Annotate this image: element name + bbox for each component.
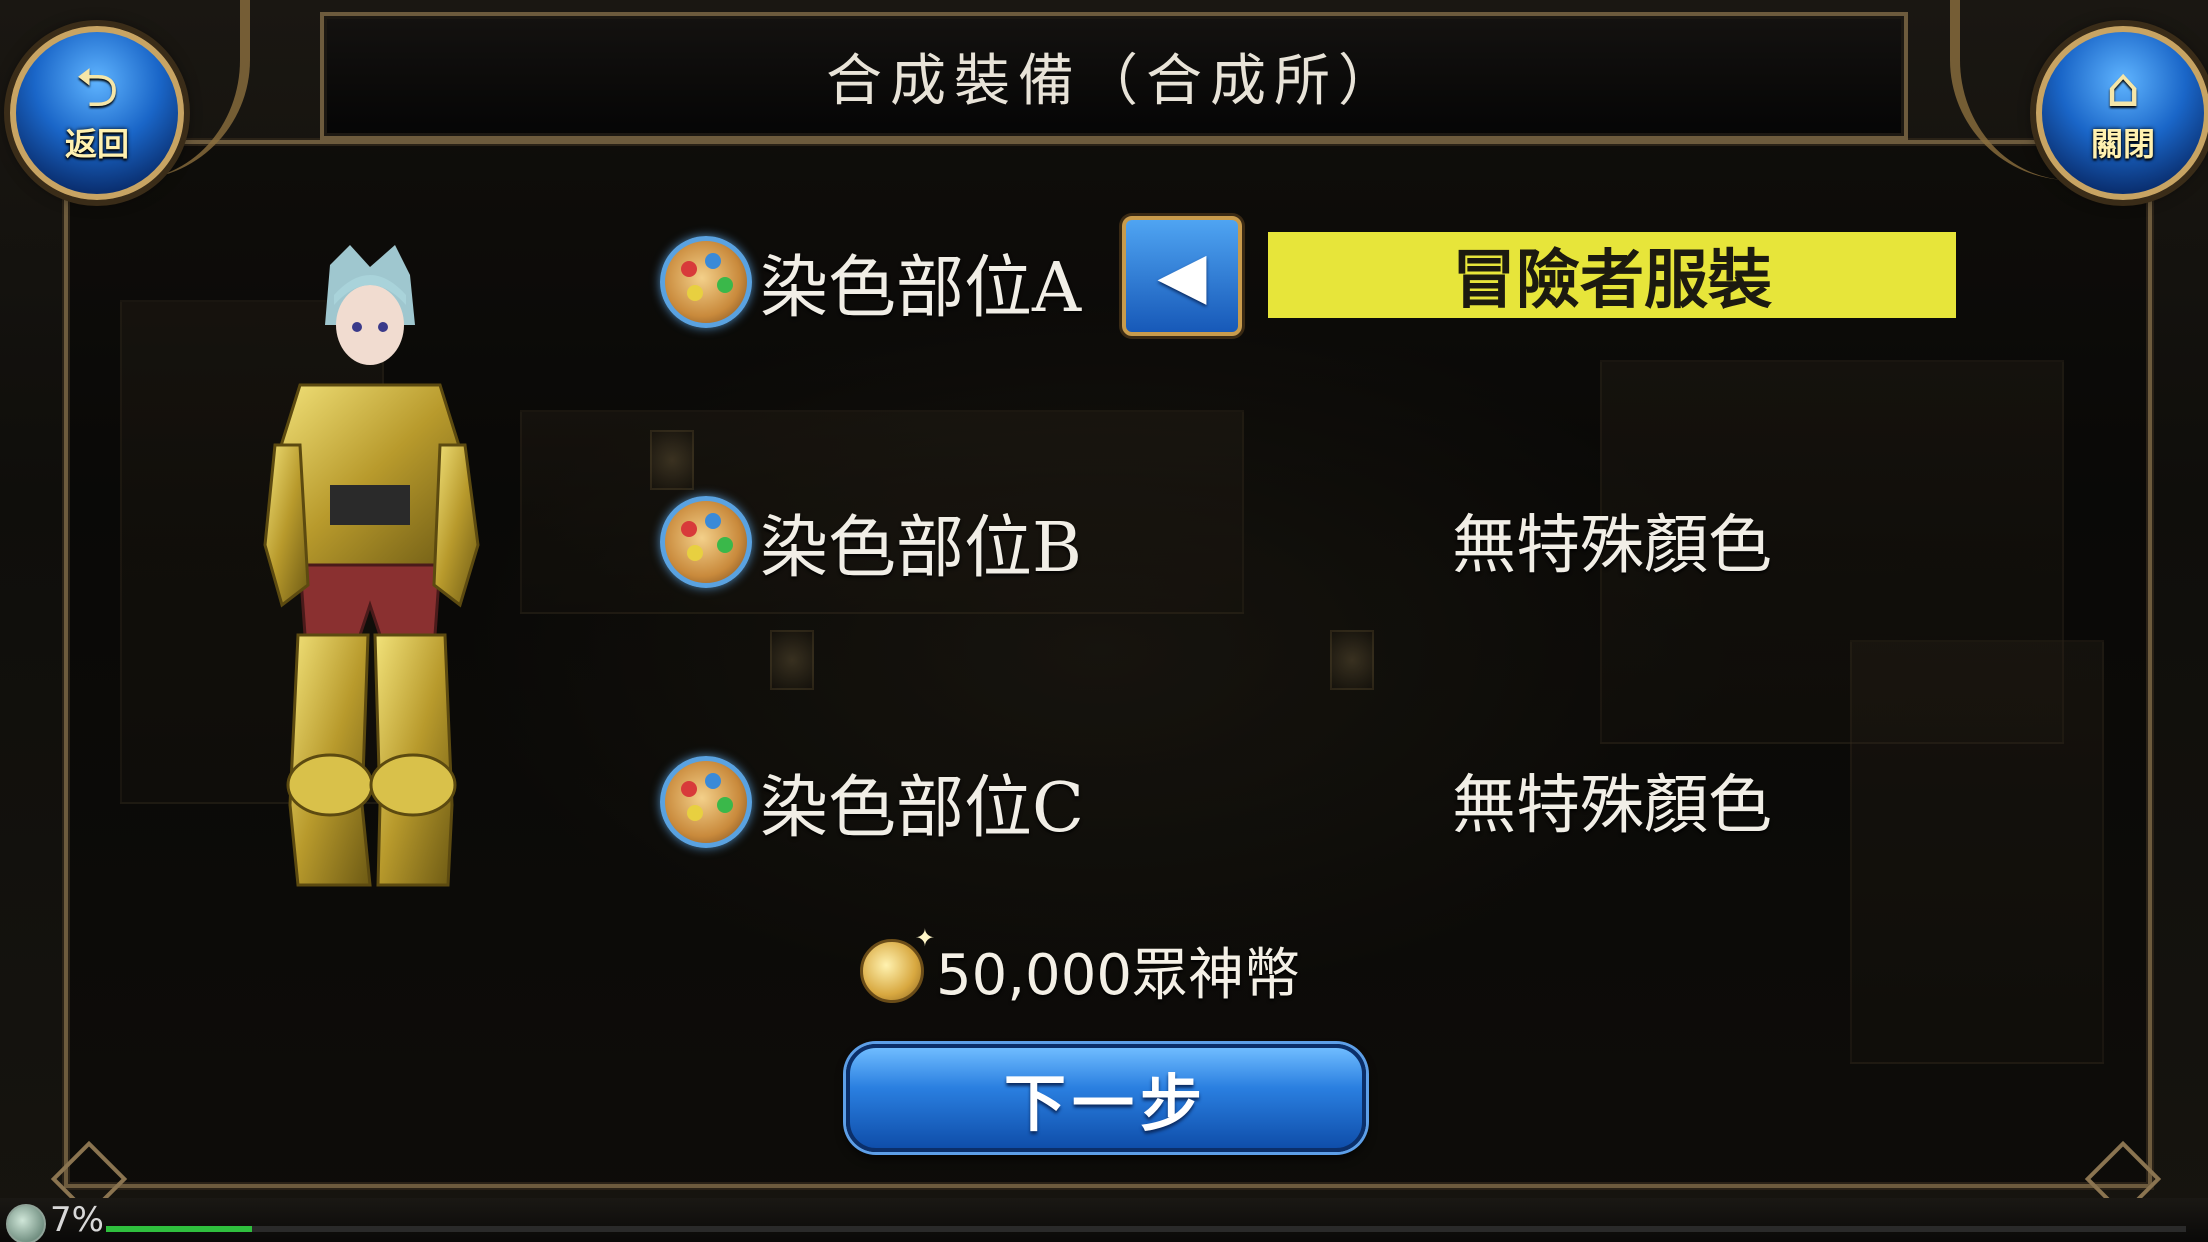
game-screen: 合成裝備（合成所） ⮌ 返回 ⌂ 關閉 染色部位A ◀ 冒險者服裝 染色部位B … bbox=[0, 0, 2208, 1242]
title-bar: 合成裝備（合成所） bbox=[320, 12, 1908, 140]
palette-icon bbox=[660, 755, 752, 848]
dye-slot-b-value[interactable]: 無特殊顏色 bbox=[1268, 494, 1956, 586]
left-triangle-icon: ◀ bbox=[1157, 239, 1207, 313]
loading-progress-track bbox=[106, 1226, 2186, 1232]
back-button[interactable]: ⮌ 返回 bbox=[10, 26, 184, 200]
cost-display: 50,000眾神幣 bbox=[860, 924, 1300, 1011]
palette-icon bbox=[660, 235, 752, 328]
dye-slot-label: 染色部位C bbox=[760, 769, 1085, 848]
loading-percent: 7% bbox=[50, 1200, 104, 1240]
loading-orb-icon bbox=[6, 1204, 46, 1242]
dye-slot-label: 染色部位B bbox=[760, 509, 1082, 588]
palette-icon bbox=[660, 495, 752, 588]
close-button-label: 關閉 bbox=[2090, 125, 2155, 163]
next-button-label: 下一步 bbox=[1003, 1067, 1208, 1140]
bottom-status-bar bbox=[0, 1198, 2208, 1242]
page-title: 合成裝備（合成所） bbox=[826, 48, 1402, 114]
dye-slot-label: 染色部位A bbox=[760, 249, 1082, 328]
coins-icon bbox=[860, 924, 935, 1003]
dye-slot-c-value[interactable]: 無特殊顏色 bbox=[1268, 754, 1956, 846]
dye-slot-b: 染色部位B bbox=[660, 492, 1082, 591]
character-preview bbox=[263, 245, 480, 887]
dye-slot-c: 染色部位C bbox=[660, 752, 1084, 851]
cost-amount: 50,000眾神幣 bbox=[936, 943, 1300, 1008]
back-button-label: 返回 bbox=[64, 125, 129, 163]
next-button[interactable]: 下一步 bbox=[846, 1044, 1366, 1152]
home-icon: ⌂ bbox=[2105, 56, 2141, 119]
close-button[interactable]: ⌂ 關閉 bbox=[2036, 26, 2208, 200]
dye-prev-button[interactable]: ◀ bbox=[1122, 216, 1242, 336]
loading-progress-fill bbox=[106, 1226, 252, 1232]
dye-slot-value: 冒險者服裝 bbox=[1452, 243, 1772, 318]
return-arrow-icon: ⮌ bbox=[75, 56, 119, 119]
dye-slot-a-value[interactable]: 冒險者服裝 bbox=[1268, 232, 1956, 318]
dye-slot-a: 染色部位A bbox=[660, 232, 1081, 331]
